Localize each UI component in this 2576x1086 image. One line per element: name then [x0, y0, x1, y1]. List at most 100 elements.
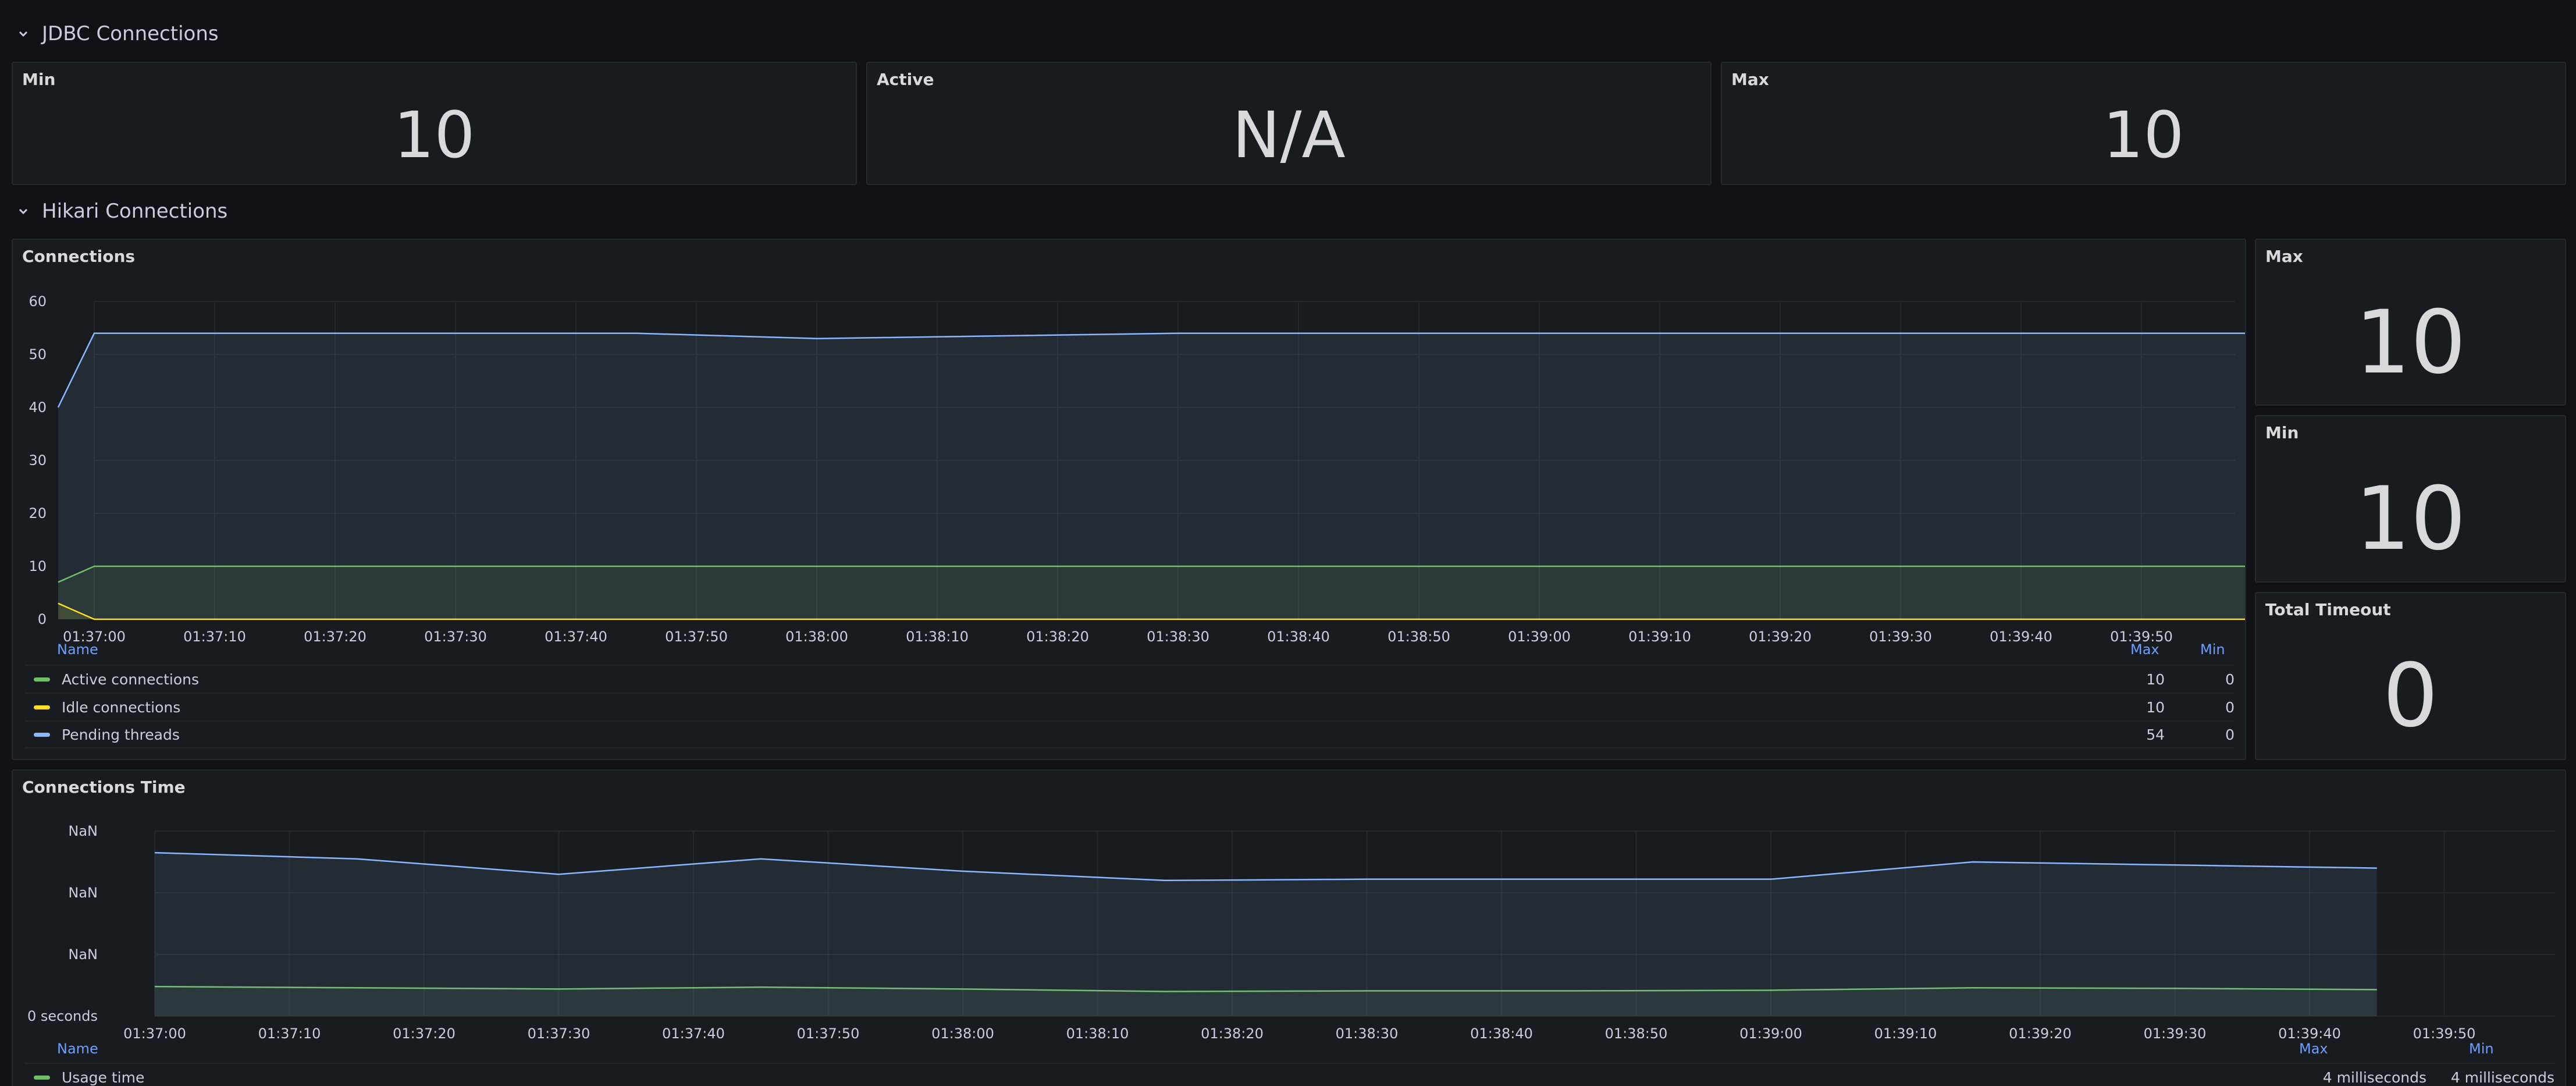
legend-min-value: 0: [2225, 726, 2235, 743]
legend-min-value: 0: [2225, 698, 2235, 716]
x-tick-label: 01:39:10: [1628, 629, 1691, 645]
x-tick-label: 01:37:00: [123, 1025, 186, 1042]
stat-value: 10: [2355, 292, 2466, 393]
stat-panel-active[interactable]: Active N/A: [866, 62, 1712, 185]
legend-max-value: 10: [2146, 670, 2165, 688]
row-title: Hikari Connections: [42, 200, 228, 223]
panel-title: Min: [22, 70, 56, 89]
y-tick-label: 0: [38, 611, 47, 627]
x-tick-label: 01:38:20: [1026, 629, 1089, 645]
x-tick-label: 01:37:40: [662, 1025, 725, 1042]
legend-max-value: 10: [2146, 698, 2165, 716]
legend-header-min[interactable]: Min: [2200, 641, 2225, 658]
x-tick-label: 01:37:20: [304, 629, 367, 645]
row-header-hikari[interactable]: Hikari Connections: [16, 194, 227, 229]
panel-title: Connections: [22, 247, 136, 266]
series-color-swatch: [34, 1075, 50, 1080]
connections-time-chart[interactable]: 0 seconds NaN NaN NaN 01:37:00 01:37:10 01:37:…: [13, 811, 2565, 1044]
legend-item-label: Usage time: [62, 1069, 145, 1086]
stat-panel-hikari-min[interactable]: Min 10: [2255, 415, 2566, 583]
stat-panel-max[interactable]: Max 10: [1721, 62, 2566, 185]
x-tick-label: 01:38:10: [1066, 1025, 1129, 1042]
x-tick-label: 01:38:30: [1336, 1025, 1399, 1042]
x-tick-label: 01:39:00: [1739, 1025, 1802, 1042]
legend-item-pending-threads[interactable]: Pending threads 54 0: [24, 721, 2235, 748]
x-tick-label: 01:39:50: [2413, 1025, 2476, 1042]
series-color-swatch: [34, 677, 50, 682]
connections-chart[interactable]: 010203040506001:37:00 01:37:10 01:37:20 01:…: [13, 281, 2245, 688]
stat-panel-min[interactable]: Min 10: [12, 62, 857, 185]
y-tick-label: 60: [29, 293, 47, 310]
chevron-down-icon[interactable]: [16, 27, 30, 41]
x-tick-label: 01:38:50: [1605, 1025, 1668, 1042]
panel-title: Connections Time: [22, 778, 186, 797]
legend-header-min[interactable]: Min: [2469, 1041, 2494, 1057]
x-tick-label: 01:38:50: [1387, 629, 1450, 645]
panel-title: Active: [877, 70, 934, 89]
stat-value: 0: [2382, 645, 2439, 747]
legend-item-label: Active connections: [62, 670, 200, 688]
y-tick-label: 40: [29, 399, 47, 416]
row-header-jdbc[interactable]: JDBC Connections: [16, 16, 219, 51]
y-tick-label: NaN: [68, 885, 98, 901]
series-area: [155, 853, 2377, 1016]
y-tick-label: NaN: [68, 946, 98, 963]
series-color-swatch: [34, 732, 50, 737]
legend-item-label: Idle connections: [62, 698, 181, 716]
stat-value: N/A: [1232, 98, 1346, 172]
legend-header-max[interactable]: Max: [2299, 1041, 2328, 1057]
x-tick-label: 01:39:30: [2144, 1025, 2207, 1042]
x-tick-label: 01:39:40: [2278, 1025, 2341, 1042]
connections-time-panel[interactable]: Connections Time 0 seconds NaN NaN NaN 01:37…: [12, 769, 2566, 1086]
panel-title: Total Timeout: [2265, 600, 2391, 619]
y-tick-label: 30: [29, 452, 47, 469]
legend-header-name[interactable]: Name: [57, 1041, 98, 1057]
x-tick-label: 01:37:20: [393, 1025, 456, 1042]
panel-title: Max: [2265, 247, 2303, 266]
x-tick-label: 01:39:30: [1869, 629, 1932, 645]
legend-min-value: 0: [2225, 670, 2235, 688]
x-tick-label: 01:37:30: [424, 629, 487, 645]
y-tick-label: 50: [29, 346, 47, 363]
legend-max-value: 4 milliseconds: [2322, 1069, 2426, 1086]
legend-item-idle-connections[interactable]: Idle connections 10 0: [24, 693, 2235, 721]
x-tick-label: 01:37:30: [528, 1025, 590, 1042]
x-tick-label: 01:38:00: [931, 1025, 994, 1042]
x-tick-label: 01:39:40: [1990, 629, 2052, 645]
x-tick-label: 01:38:40: [1470, 1025, 1533, 1042]
chevron-down-icon[interactable]: [16, 204, 30, 218]
panel-title: Min: [2265, 423, 2299, 442]
x-tick-label: 01:37:50: [665, 629, 728, 645]
x-tick-label: 01:37:40: [545, 629, 607, 645]
connections-panel[interactable]: Connections 0 10 20 30 40 50 60 01:37:00 01:37:1…: [12, 239, 2246, 760]
series-color-swatch: [34, 705, 50, 709]
x-tick-label: 01:39:20: [1749, 629, 1812, 645]
stat-value: 10: [2355, 469, 2466, 570]
y-tick-label: 10: [29, 558, 47, 574]
x-tick-label: 01:39:20: [2009, 1025, 2072, 1042]
x-tick-label: 01:38:30: [1147, 629, 1209, 645]
series-area: [58, 566, 2245, 619]
stat-panel-hikari-max[interactable]: Max 10: [2255, 239, 2566, 406]
x-tick-label: 01:37:10: [183, 629, 246, 645]
legend-item-usage-time[interactable]: Usage time 4 milliseconds 4 milliseconds: [24, 1063, 2554, 1086]
stat-value: 10: [393, 98, 475, 172]
legend-max-value: 54: [2146, 726, 2165, 743]
y-tick-label: 0 seconds: [27, 1008, 98, 1024]
stat-panel-total-timeout[interactable]: Total Timeout 0: [2255, 592, 2566, 760]
legend-item-label: Pending threads: [62, 726, 180, 743]
legend-header-name[interactable]: Name: [57, 641, 98, 658]
legend-header-max[interactable]: Max: [2130, 641, 2159, 658]
x-tick-label: 01:37:50: [797, 1025, 860, 1042]
x-tick-label: 01:38:40: [1267, 629, 1330, 645]
y-tick-label: NaN: [68, 823, 98, 839]
legend-item-active-connections[interactable]: Active connections 10 0: [24, 665, 2235, 693]
x-tick-label: 01:38:20: [1201, 1025, 1264, 1042]
stat-value: 10: [2102, 98, 2184, 172]
legend-min-value: 4 milliseconds: [2450, 1069, 2554, 1086]
x-tick-label: 01:39:00: [1508, 629, 1571, 645]
x-tick-label: 01:37:10: [258, 1025, 321, 1042]
x-tick-label: 01:38:10: [906, 629, 969, 645]
y-tick-label: 20: [29, 505, 47, 521]
x-tick-label: 01:38:00: [785, 629, 848, 645]
